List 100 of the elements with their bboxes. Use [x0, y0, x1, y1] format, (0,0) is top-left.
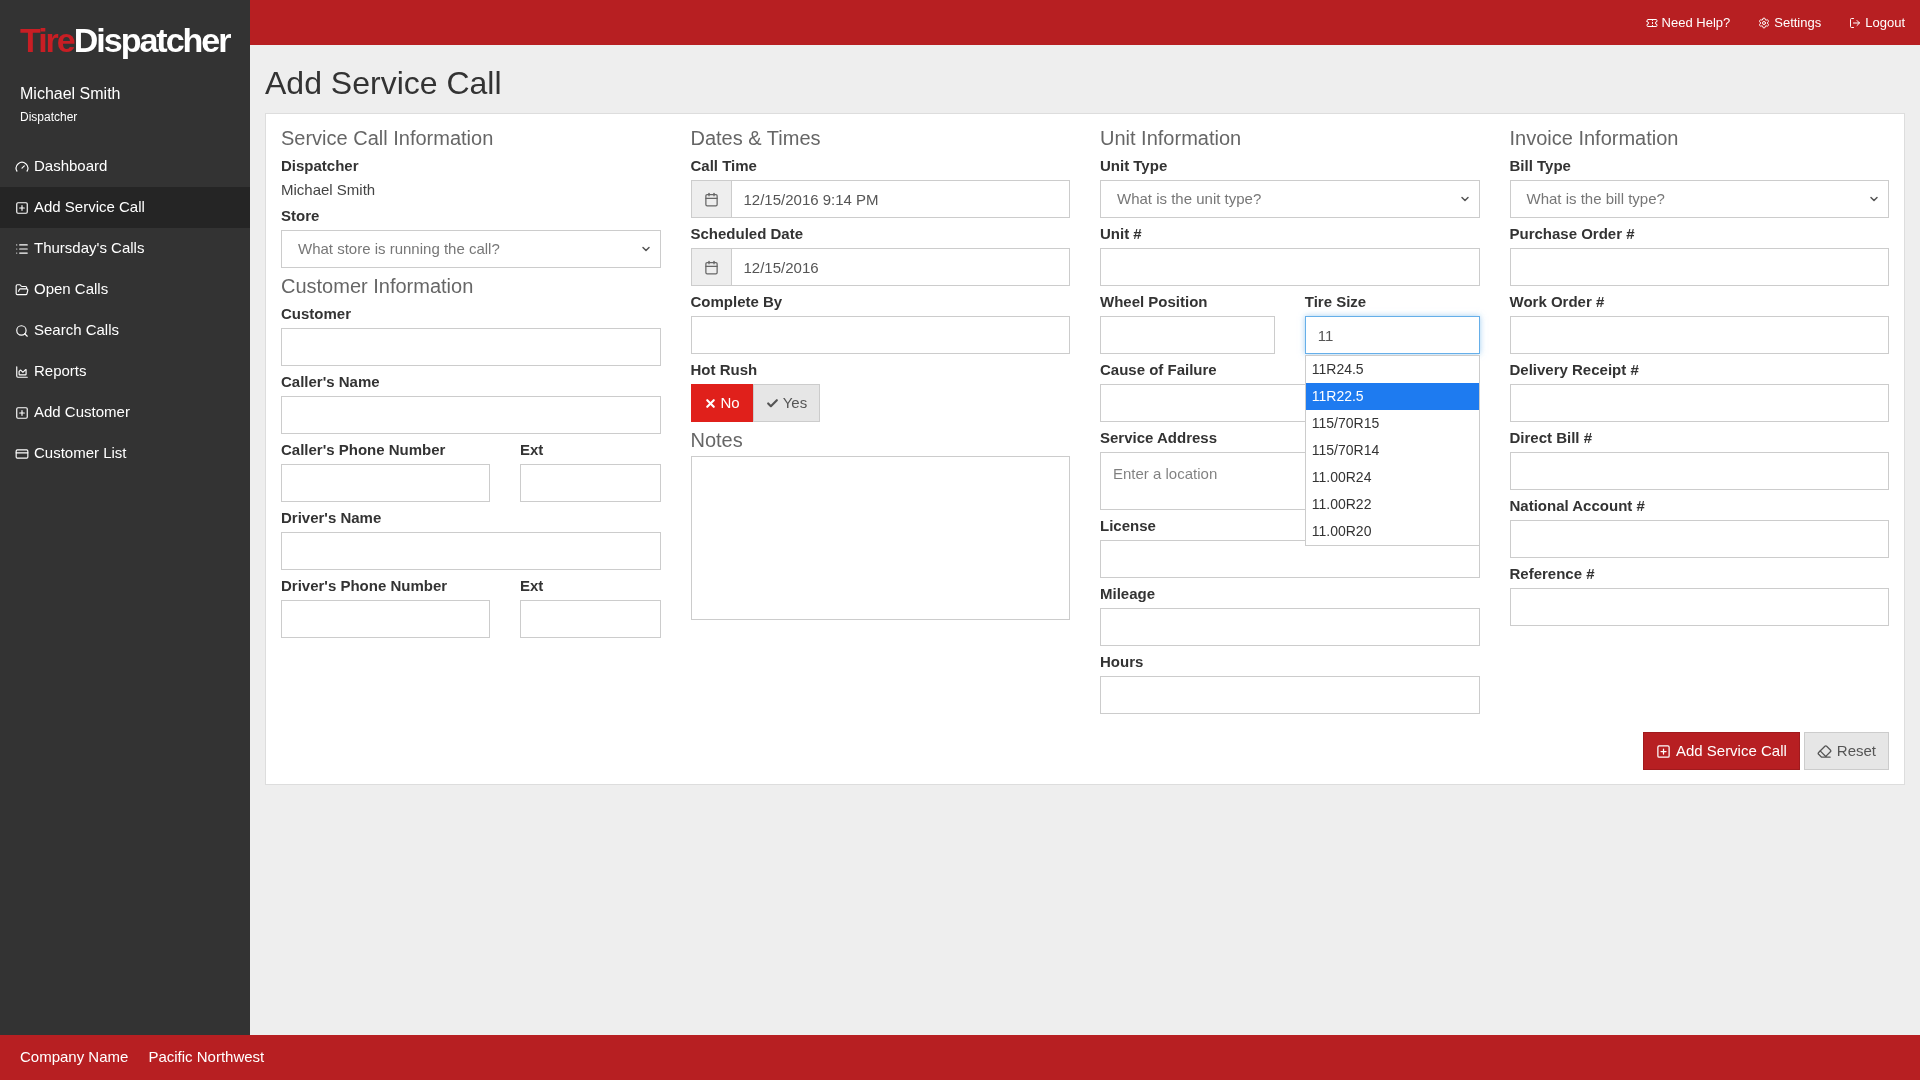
field-label: Bill Type — [1509, 156, 1571, 176]
folder-icon — [15, 282, 29, 297]
date-input[interactable]: 12/15/2016 9:14 PM — [730, 180, 1070, 218]
suggestion-item[interactable]: 11.00R20 — [1305, 518, 1479, 545]
section-heading: Notes — [690, 428, 744, 453]
area-chart-icon — [15, 364, 29, 379]
text-input[interactable] — [1509, 248, 1889, 286]
field-label: Work Order # — [1509, 292, 1605, 312]
plus-square-icon — [15, 405, 29, 420]
text-input[interactable]: 11 — [1304, 316, 1480, 354]
notes-textarea[interactable] — [690, 456, 1070, 620]
toggle-button[interactable]: Yes — [752, 384, 821, 422]
text-input[interactable] — [281, 328, 661, 366]
suggestion-item[interactable]: 11R24.5 — [1305, 356, 1479, 383]
field-label: License — [1100, 516, 1156, 536]
calendar-icon — [703, 259, 719, 275]
plus-square-icon — [1655, 743, 1671, 759]
nav-item[interactable]: Add Customer — [0, 392, 250, 433]
suggestion-item[interactable]: 11.00R24 — [1305, 464, 1479, 491]
text-input[interactable] — [520, 600, 661, 638]
text-input[interactable] — [281, 532, 661, 570]
field-label: Purchase Order # — [1509, 224, 1635, 244]
top-link[interactable]: Need Help? — [1645, 12, 1731, 33]
section-heading: Customer Information — [281, 274, 475, 299]
list-icon — [15, 241, 29, 256]
nav-item[interactable]: Search Calls — [0, 310, 250, 351]
nav-item[interactable]: Customer List — [0, 433, 250, 474]
field-label: Driver's Name — [281, 508, 382, 528]
field-label: Complete By — [690, 292, 783, 312]
field-label: Mileage — [1100, 584, 1156, 604]
card-icon — [15, 446, 29, 461]
field-label: Call Time — [690, 156, 757, 176]
text-input[interactable] — [1100, 608, 1480, 646]
field-label: Dispatcher — [281, 156, 359, 176]
text-input[interactable] — [1100, 316, 1275, 354]
text-input[interactable] — [1100, 676, 1480, 714]
text-input[interactable] — [1509, 452, 1889, 490]
nav-item[interactable]: Thursday's Calls — [0, 228, 250, 269]
field-label: Hot Rush — [690, 360, 758, 380]
select-field[interactable]: What store is running the call? — [281, 230, 661, 268]
text-input[interactable] — [690, 316, 1070, 354]
field-label: National Account # — [1509, 496, 1645, 516]
logo: TireDispatcher — [20, 20, 231, 60]
text-input[interactable] — [1509, 520, 1889, 558]
page-title: Add Service Call — [265, 65, 503, 101]
field-label: Unit Type — [1100, 156, 1168, 176]
select-field[interactable]: What is the bill type? — [1509, 180, 1889, 218]
add-service-call-button[interactable]: Add Service Call — [1642, 732, 1800, 770]
settings-icon — [1758, 16, 1771, 29]
field-label: Customer — [281, 304, 351, 324]
section-heading: Dates & Times — [690, 126, 822, 151]
top-link[interactable]: Logout — [1849, 12, 1905, 33]
field-label: Direct Bill # — [1509, 428, 1593, 448]
field-label: Driver's Phone Number — [281, 576, 448, 596]
section-heading: Service Call Information — [281, 126, 495, 151]
reset-button[interactable]: Reset — [1803, 732, 1889, 770]
text-input[interactable] — [1509, 384, 1889, 422]
eraser-icon — [1816, 743, 1832, 759]
section-heading: Unit Information — [1100, 126, 1243, 151]
footer-text: Pacific Northwest — [148, 1047, 265, 1068]
plus-square-icon — [15, 200, 29, 215]
field-label: Caller's Phone Number — [281, 440, 446, 460]
user-role: Dispatcher — [20, 109, 79, 126]
suggestion-item[interactable]: 115/70R15 — [1305, 410, 1479, 437]
select-field[interactable]: What is the unit type? — [1100, 180, 1480, 218]
field-label: Caller's Name — [281, 372, 380, 392]
text-input[interactable] — [1100, 248, 1480, 286]
field-label: Tire Size — [1304, 292, 1367, 312]
nav-item[interactable]: Reports — [0, 351, 250, 392]
calendar-icon — [703, 191, 719, 207]
x-icon — [703, 396, 717, 410]
top-link[interactable]: Settings — [1758, 12, 1822, 33]
user-name: Michael Smith — [20, 84, 122, 104]
nav-item[interactable]: Open Calls — [0, 269, 250, 310]
text-input[interactable] — [281, 396, 661, 434]
check-icon — [765, 396, 779, 410]
field-label: Hours — [1100, 652, 1144, 672]
search-icon — [15, 323, 29, 338]
text-input[interactable] — [520, 464, 661, 502]
gauge-icon — [15, 159, 29, 174]
text-input[interactable] — [281, 600, 490, 638]
date-input[interactable]: 12/15/2016 — [730, 248, 1070, 286]
text-input[interactable] — [281, 464, 490, 502]
field-label: Ext — [520, 576, 544, 596]
dispatcher-name: Michael Smith — [281, 180, 377, 200]
text-input[interactable] — [1509, 588, 1889, 626]
nav-item[interactable]: Dashboard — [0, 146, 250, 187]
field-label: Cause of Failure — [1100, 360, 1217, 380]
field-label: Ext — [520, 440, 544, 460]
toggle-button[interactable]: No — [690, 384, 753, 422]
text-input[interactable] — [1509, 316, 1889, 354]
nav-item[interactable]: Add Service Call — [0, 187, 250, 228]
field-label: Store — [281, 206, 320, 226]
section-heading: Invoice Information — [1509, 126, 1680, 151]
field-label: Unit # — [1100, 224, 1142, 244]
field-label: Service Address — [1100, 428, 1217, 448]
field-label: Reference # — [1509, 564, 1595, 584]
suggestion-item[interactable]: 11R22.5 — [1305, 383, 1479, 410]
logout-icon — [1849, 16, 1862, 29]
text-input[interactable] — [1100, 540, 1480, 578]
